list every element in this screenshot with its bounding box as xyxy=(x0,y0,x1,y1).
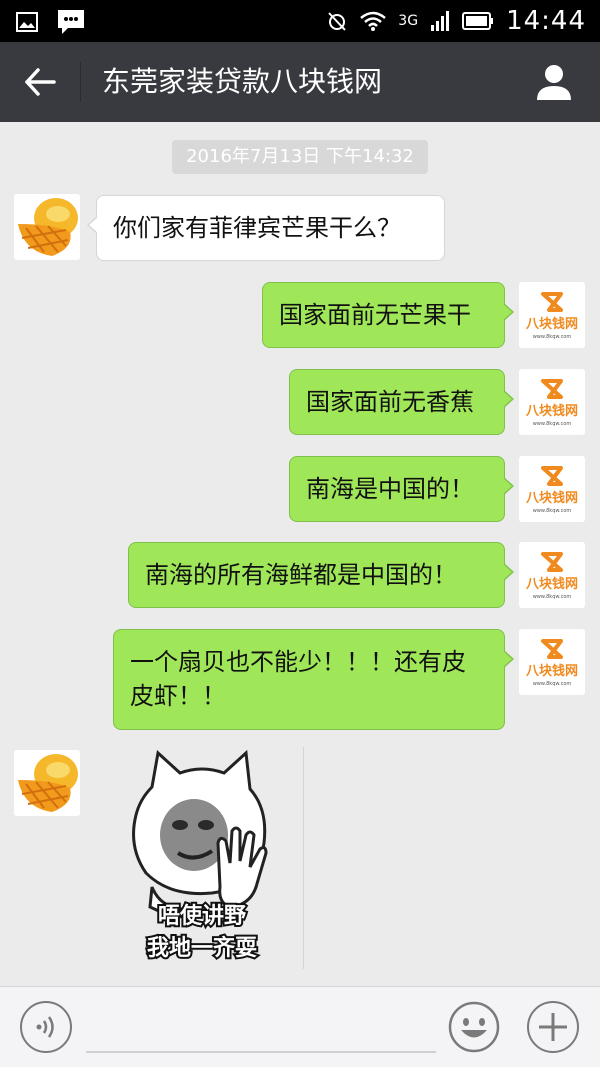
status-bar: 3G 14:44 xyxy=(0,0,600,42)
contact-avatar[interactable] xyxy=(14,750,80,816)
brand-url: www.8kqw.com xyxy=(533,681,572,687)
message-list[interactable]: 2016年7月13日 下午14:32 你们家有菲律宾芒果干么？ 国家面前无芒果干… xyxy=(0,122,600,986)
back-arrow-icon xyxy=(25,68,56,96)
message-input[interactable] xyxy=(86,1001,436,1053)
plus-icon xyxy=(539,1013,567,1041)
voice-input-button[interactable] xyxy=(20,1001,72,1053)
signal-icon xyxy=(431,11,450,31)
emoji-button[interactable] xyxy=(448,1001,500,1053)
brand-url: www.8kqw.com xyxy=(533,334,572,340)
title-divider xyxy=(80,62,81,102)
brand-name: 八块钱网 xyxy=(525,316,578,332)
emoji-icon xyxy=(448,1001,500,1053)
brand-name: 八块钱网 xyxy=(525,403,578,419)
brand-url: www.8kqw.com xyxy=(533,594,572,600)
my-avatar[interactable]: 八块钱网 www.8kqw.com xyxy=(519,369,585,435)
brand-logo-icon: 八块钱网 www.8kqw.com xyxy=(519,456,585,522)
brand-logo-icon: 八块钱网 www.8kqw.com xyxy=(519,369,585,435)
brand-name: 八块钱网 xyxy=(525,663,578,679)
network-type: 3G xyxy=(398,13,419,29)
sticker-caption-line1: 唔使讲野 xyxy=(158,904,246,929)
gallery-icon xyxy=(16,12,38,32)
sticker-caption-line2: 我地一齐耍 xyxy=(147,935,257,961)
brand-logo-icon: 八块钱网 www.8kqw.com xyxy=(519,542,585,608)
back-button[interactable] xyxy=(18,60,62,104)
message-text: 南海的所有海鲜都是中国的！ xyxy=(145,561,457,589)
person-icon xyxy=(537,65,571,100)
sticker-message[interactable]: 唔使讲野 我地一齐耍 xyxy=(100,747,304,969)
wifi-icon xyxy=(360,11,387,31)
message-bubble[interactable]: 你们家有菲律宾芒果干么？ xyxy=(87,195,445,261)
message-text: 国家面前无芒果干 xyxy=(279,301,471,329)
contact-avatar[interactable] xyxy=(14,194,80,260)
message-timestamp: 2016年7月13日 下午14:32 xyxy=(172,140,428,174)
message-bubble[interactable]: 国家面前无芒果干 xyxy=(262,282,514,348)
alarm-off-icon xyxy=(328,12,347,31)
more-options-button[interactable] xyxy=(527,1001,579,1053)
message-text: 南海是中国的！ xyxy=(306,475,474,503)
brand-name: 八块钱网 xyxy=(525,490,578,506)
my-avatar[interactable]: 八块钱网 www.8kqw.com xyxy=(519,282,585,348)
voice-icon xyxy=(36,1016,54,1038)
message-text: 国家面前无香蕉 xyxy=(306,388,474,416)
chat-title: 东莞家装贷款八块钱网 xyxy=(102,65,383,98)
mango-avatar-icon xyxy=(14,750,80,816)
message-text: 一个扇贝也不能少！！！还有皮皮虾！！ xyxy=(130,648,466,710)
brand-url: www.8kqw.com xyxy=(533,508,572,514)
my-avatar[interactable]: 八块钱网 www.8kqw.com xyxy=(519,542,585,608)
message-bubble[interactable]: 南海的所有海鲜都是中国的！ xyxy=(128,542,514,608)
brand-logo-icon: 八块钱网 www.8kqw.com xyxy=(519,282,585,348)
chat-header: 东莞家装贷款八块钱网 xyxy=(0,42,600,122)
brand-name: 八块钱网 xyxy=(525,576,578,592)
message-text: 你们家有菲律宾芒果干么？ xyxy=(113,214,401,242)
chat-info-button[interactable] xyxy=(534,62,574,102)
mango-avatar-icon xyxy=(14,194,80,260)
my-avatar[interactable]: 八块钱网 www.8kqw.com xyxy=(519,456,585,522)
brand-logo-icon: 八块钱网 www.8kqw.com xyxy=(519,629,585,695)
meme-sticker-icon: 唔使讲野 我地一齐耍 xyxy=(132,749,268,963)
input-bar xyxy=(0,986,600,1067)
brand-url: www.8kqw.com xyxy=(533,421,572,427)
chat-notification-icon xyxy=(58,10,84,34)
battery-icon xyxy=(462,12,494,30)
clock: 14:44 xyxy=(506,6,586,36)
message-bubble[interactable]: 国家面前无香蕉 xyxy=(289,369,514,435)
message-bubble[interactable]: 一个扇贝也不能少！！！还有皮皮虾！！ xyxy=(113,629,514,730)
my-avatar[interactable]: 八块钱网 www.8kqw.com xyxy=(519,629,585,695)
message-bubble[interactable]: 南海是中国的！ xyxy=(289,456,514,522)
